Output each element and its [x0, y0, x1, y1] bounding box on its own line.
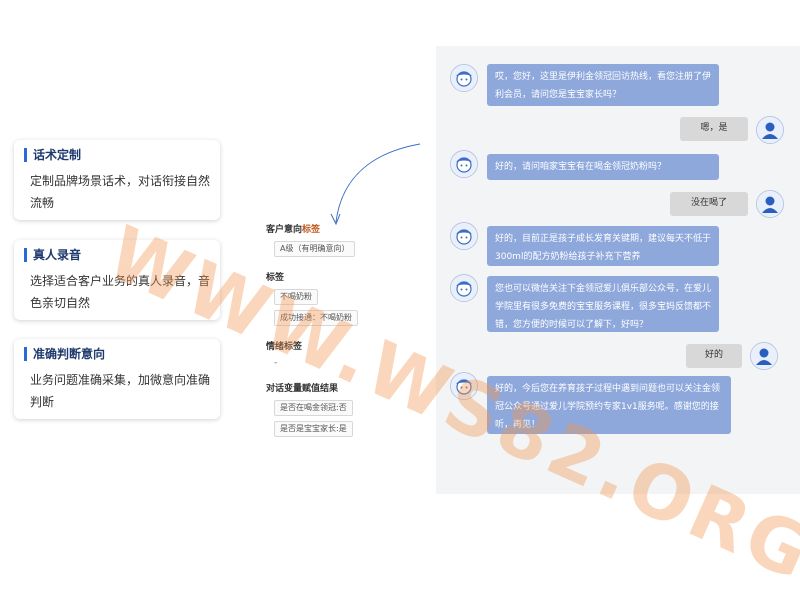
bot-message: 您也可以微信关注下金领冠爱儿俱乐部公众号，在爱儿学院里有很多免费的宝宝服务课程，… [487, 276, 719, 332]
card-title: 准确判断意向 [24, 347, 210, 361]
labels-title: 标签 [266, 273, 285, 283]
intent-title-highlight: 标签 [302, 225, 321, 235]
card-title: 话术定制 [24, 148, 210, 162]
user-avatar-icon [756, 190, 784, 218]
var-tag: 是否是宝宝家长:是 [274, 421, 353, 437]
card-desc: 业务问题准确采集，加微意向准确判断 [30, 373, 211, 409]
label-tag: 不喝奶粉 [274, 289, 318, 305]
bot-avatar-icon [450, 64, 478, 92]
intent-tag: A级（有明确意向） [274, 241, 356, 257]
label-tag: 成功接通：不喝奶粉 [274, 310, 358, 326]
user-avatar-icon [750, 342, 778, 370]
emotion-value: - [274, 358, 278, 368]
intent-title-prefix: 客户意向 [266, 225, 303, 235]
card-title: 真人录音 [24, 248, 210, 262]
feature-card-intent: 准确判断意向 业务问题准确采集，加微意向准确判断 [14, 339, 220, 419]
user-message: 嗯，是 [680, 117, 748, 141]
bot-message: 好的，目前正是孩子成长发育关键期，建议每天不低于300ml的配方奶粉给孩子补充下… [487, 226, 719, 266]
intent-title: 客户意向标签 [266, 222, 426, 235]
feature-card-script: 话术定制 定制品牌场景话术，对话衔接自然流畅 [14, 140, 220, 220]
bot-message: 好的，今后您在养育孩子过程中遇到问题也可以关注金领冠公众号通过爱儿学院预约专家1… [487, 376, 731, 434]
bot-message: 哎，您好，这里是伊利金领冠回访热线，看您注册了伊利会员，请问您是宝宝家长吗？ [487, 64, 719, 106]
bot-avatar-icon [450, 150, 478, 178]
bot-avatar-icon [450, 372, 478, 400]
emotion-title: 情绪标签 [266, 342, 303, 352]
bot-message: 好的，请问咱家宝宝有在喝金领冠奶粉吗？ [487, 154, 719, 180]
card-desc: 定制品牌场景话术，对话衔接自然流畅 [30, 174, 211, 210]
user-avatar-icon [756, 116, 784, 144]
user-message: 好的 [686, 344, 742, 368]
connector-arrow [330, 143, 421, 226]
vars-title: 对话变量赋值结果 [266, 384, 339, 394]
bot-avatar-icon [450, 274, 478, 302]
feature-card-voice: 真人录音 选择适合客户业务的真人录音，音色亲切自然 [14, 240, 220, 320]
card-desc: 选择适合客户业务的真人录音，音色亲切自然 [30, 274, 211, 310]
var-tag: 是否在喝金领冠:否 [274, 400, 353, 416]
user-message: 没在喝了 [670, 192, 748, 216]
tags-panel: 客户意向标签 A级（有明确意向） 标签 不喝奶粉 成功接通：不喝奶粉 情绪标签 … [266, 222, 426, 450]
bot-avatar-icon [450, 222, 478, 250]
